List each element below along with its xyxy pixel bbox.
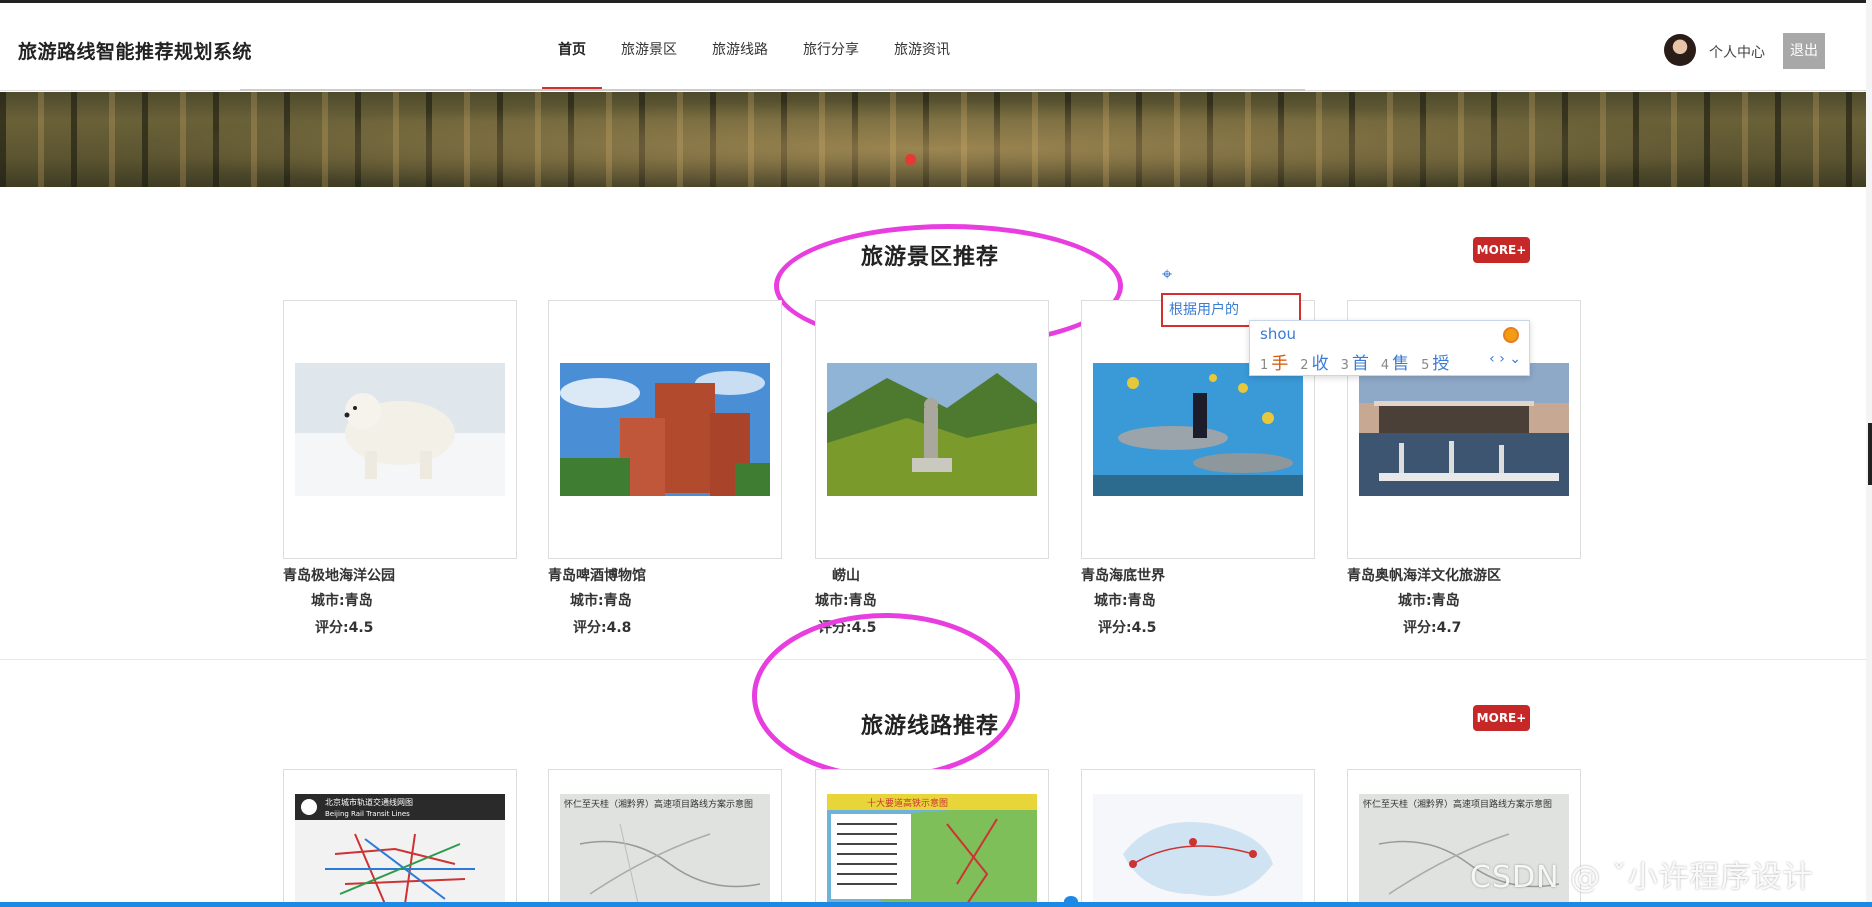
olympic-sailing-image (1359, 363, 1569, 496)
ime-logo-icon[interactable] (1503, 327, 1519, 343)
nav-scenic[interactable]: 旅游景区 (621, 3, 677, 91)
scenic-card[interactable] (283, 300, 517, 559)
scenic-city: 城市:青岛 (570, 593, 632, 609)
scenic-name[interactable]: 崂山 (832, 565, 860, 585)
user-center-link[interactable]: 个人中心 (1709, 42, 1765, 62)
map-title: 怀仁至天桂（湘黔界）高速项目路线方案示意图 (564, 798, 753, 810)
map-title-en: Beijing Rail Transit Lines (325, 810, 410, 818)
map-title: 十大要道高铁示意图 (867, 797, 948, 809)
map-title-cn: 北京城市轨道交通线网图 (325, 797, 413, 807)
carousel-indicator[interactable] (905, 154, 916, 165)
main-nav: 首页 旅游景区 旅游线路 旅行分享 旅游资讯 (542, 3, 985, 91)
highway-plan-map: 怀仁至天桂（湘黔界）高速项目路线方案示意图 (560, 794, 770, 907)
ime-candidate[interactable]: 1手 (1260, 349, 1288, 374)
scenic-rating: 评分:4.5 (1098, 620, 1157, 636)
scenic-name[interactable]: 青岛啤酒博物馆 (548, 565, 646, 585)
nav-routes[interactable]: 旅游线路 (712, 3, 768, 91)
underwater-world-image (1093, 363, 1303, 496)
ime-candidate[interactable]: 4售 (1381, 349, 1409, 374)
ime-candidate[interactable]: 5授 (1421, 349, 1449, 374)
scenic-city: 城市:青岛 (1398, 593, 1460, 609)
nav-news[interactable]: 旅游资讯 (894, 3, 950, 91)
progress-knob[interactable] (1064, 896, 1078, 907)
ime-candidate[interactable]: 3首 (1341, 349, 1369, 374)
nav-home[interactable]: 首页 (542, 3, 602, 91)
logout-button[interactable]: 退出 (1783, 33, 1825, 69)
scenic-city: 城市:青岛 (815, 593, 877, 609)
banner-light (0, 92, 1866, 187)
annotation-ellipse (752, 613, 1020, 779)
site-header: 旅游路线智能推荐规划系统 首页 旅游景区 旅游线路 旅行分享 旅游资讯 个人中心… (0, 3, 1868, 91)
scenic-name[interactable]: 青岛海底世界 (1081, 565, 1165, 585)
nav-share[interactable]: 旅行分享 (803, 3, 859, 91)
routes-more-button[interactable]: MORE+ (1473, 705, 1530, 731)
scenic-name[interactable]: 青岛极地海洋公园 (283, 565, 395, 585)
map-title: 怀仁至天桂（湘黔界）高速项目路线方案示意图 (1363, 798, 1552, 810)
scenic-rating: 评分:4.8 (573, 620, 632, 636)
scenic-rating: 评分:4.5 (315, 620, 374, 636)
ime-candidate[interactable]: 2收 (1300, 349, 1328, 374)
scenic-card[interactable] (548, 300, 782, 559)
scenic-more-button[interactable]: MORE+ (1473, 237, 1530, 263)
avatar[interactable] (1664, 34, 1696, 66)
route-card[interactable]: 怀仁至天桂（湘黔界）高速项目路线方案示意图 (548, 769, 782, 907)
hero-banner (0, 92, 1866, 187)
beer-museum-image (560, 363, 770, 496)
scenic-name[interactable]: 青岛奥帆海洋文化旅游区 (1347, 565, 1501, 585)
rail-routes-map: 十大要道高铁示意图 (827, 794, 1037, 907)
ime-pinyin: shou (1260, 325, 1297, 343)
header-divider (240, 89, 1305, 91)
route-card[interactable]: 北京城市轨道交通线网图 Beijing Rail Transit Lines (283, 769, 517, 907)
world-route-map (1093, 794, 1303, 907)
watermark: CSDN @ ˇ小许程序设计 (1470, 860, 1814, 895)
laoshan-image (827, 363, 1037, 496)
page: 旅游路线智能推荐规划系统 首页 旅游景区 旅游线路 旅行分享 旅游资讯 个人中心… (0, 0, 1872, 907)
scenic-city: 城市:青岛 (1094, 593, 1156, 609)
scenic-city: 城市:青岛 (311, 593, 373, 609)
ime-candidate-window: shou 1手 2收 3首 4售 5授 ‹ › ⌄ (1249, 320, 1530, 376)
scrollbar-thumb[interactable] (1868, 423, 1872, 485)
scenic-rating: 评分:4.7 (1403, 620, 1462, 636)
ime-candidates: 1手 2收 3首 4售 5授 (1260, 349, 1461, 374)
beijing-rail-map: 北京城市轨道交通线网图 Beijing Rail Transit Lines (295, 794, 505, 907)
scenic-card[interactable] (815, 300, 1049, 559)
ime-page-arrows-icon[interactable]: ‹ › ⌄ (1489, 351, 1521, 367)
polar-bear-image (295, 363, 505, 496)
route-card[interactable]: 十大要道高铁示意图 (815, 769, 1049, 907)
progress-bar (0, 902, 1872, 907)
site-brand[interactable]: 旅游路线智能推荐规划系统 (18, 37, 252, 64)
route-card[interactable] (1081, 769, 1315, 907)
cursor-crosshair-icon: ⌖ (1162, 264, 1173, 285)
